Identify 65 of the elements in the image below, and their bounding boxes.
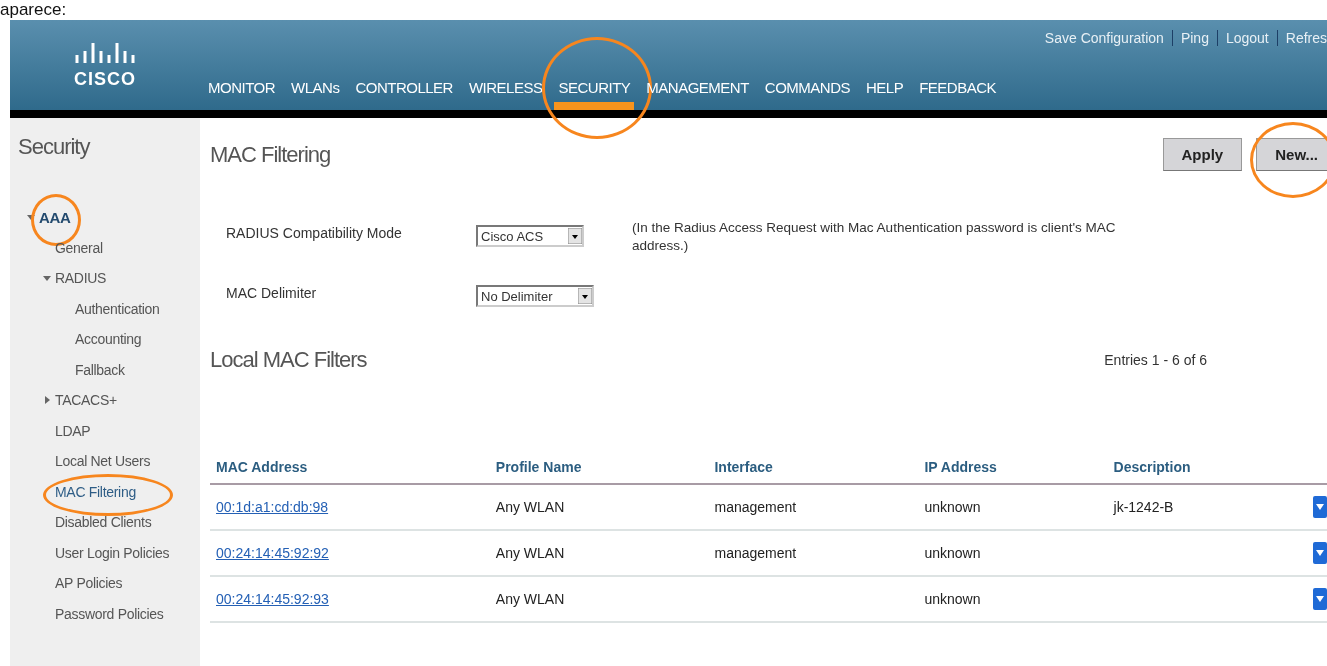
- table-cell: jk-1242-B: [1113, 499, 1174, 515]
- row-menu-button[interactable]: [1313, 588, 1327, 610]
- mac-link[interactable]: 00:24:14:45:92:93: [216, 591, 329, 607]
- collapsed-arrow-icon[interactable]: [42, 395, 52, 406]
- nav-tab[interactable]: FEEDBACK: [911, 75, 1005, 110]
- entries-count: Entries 1 - 6 of 6: [1104, 352, 1207, 368]
- sidebar-item[interactable]: Accounting: [75, 331, 142, 348]
- sidebar-item[interactable]: Disabled Clients: [55, 514, 152, 531]
- row-menu-button[interactable]: [1313, 542, 1327, 564]
- sidebar-item[interactable]: User Login Policies: [55, 544, 170, 561]
- section-title: Local MAC Filters: [210, 347, 367, 373]
- nav-tab[interactable]: HELP: [858, 75, 912, 110]
- sidebar-item[interactable]: RADIUS: [55, 270, 107, 287]
- table-cell: Any WLAN: [495, 499, 565, 515]
- table-cell: unknown: [924, 499, 981, 515]
- table-cell: management: [714, 499, 797, 515]
- table-cell: Any WLAN: [495, 545, 565, 561]
- column-header: IP Address: [918, 453, 1108, 484]
- row-menu-button[interactable]: [1313, 496, 1327, 518]
- dropdown[interactable]: Cisco ACS: [476, 225, 584, 247]
- table-cell: unknown: [924, 591, 981, 607]
- sidebar-title: Security: [18, 134, 91, 160]
- column-header: Profile Name: [489, 453, 709, 484]
- dropdown[interactable]: No Delimiter: [476, 285, 594, 307]
- caret-icon: [1316, 596, 1324, 602]
- nav-tab[interactable]: COMMANDS: [756, 75, 858, 110]
- table-cell: unknown: [924, 545, 981, 561]
- column-header: MAC Address: [210, 453, 490, 484]
- apply-button[interactable]: Apply: [1162, 138, 1243, 171]
- sidebar-item[interactable]: LDAP: [55, 422, 91, 439]
- sidebar-item[interactable]: General: [55, 239, 103, 256]
- sidebar-item[interactable]: Password Policies: [55, 605, 164, 622]
- nav-tab[interactable]: WLANs: [283, 75, 348, 110]
- setting-note: (In the Radius Access Request with Mac Authentication password is client's MAC address.): [632, 219, 1117, 255]
- dropdown-arrow-icon[interactable]: [568, 228, 582, 244]
- caret-icon: [1316, 504, 1324, 510]
- new-button[interactable]: New...: [1256, 138, 1327, 171]
- header-link[interactable]: Save Configuration: [1044, 30, 1164, 46]
- header-link[interactable]: Refres: [1285, 30, 1327, 46]
- nav-tab[interactable]: MONITOR: [200, 75, 284, 110]
- sidebar-item[interactable]: Fallback: [75, 361, 125, 378]
- column-header: Description: [1107, 453, 1307, 484]
- table-cell: management: [714, 545, 797, 561]
- logo-bars-icon: [75, 40, 135, 65]
- column-header: Interface: [708, 453, 919, 484]
- caret-icon: [1316, 550, 1324, 556]
- sidebar-item[interactable]: Local Net Users: [55, 453, 151, 470]
- setting-label: RADIUS Compatibility Mode: [226, 225, 403, 241]
- sidebar-item[interactable]: Authentication: [75, 300, 160, 317]
- mac-link[interactable]: 00:24:14:45:92:92: [216, 545, 329, 561]
- table-cell: Any WLAN: [495, 591, 565, 607]
- caption-text: aparece:: [0, 0, 67, 19]
- header-link[interactable]: Ping: [1180, 30, 1209, 46]
- header-link[interactable]: Logout: [1225, 30, 1269, 46]
- dropdown-arrow-icon[interactable]: [578, 288, 592, 304]
- mac-link[interactable]: 00:1d:a1:cd:db:98: [216, 499, 329, 515]
- sidebar-item[interactable]: AAA: [39, 208, 71, 226]
- nav-tab[interactable]: SECURITY: [550, 75, 639, 110]
- setting-label: MAC Delimiter: [226, 285, 318, 301]
- sidebar-item[interactable]: AP Policies: [55, 575, 123, 592]
- sidebar-item[interactable]: MAC Filtering: [55, 483, 136, 500]
- page-title: MAC Filtering: [210, 141, 331, 168]
- sidebar-item[interactable]: TACACS+: [55, 392, 117, 409]
- nav-tab[interactable]: CONTROLLER: [347, 75, 461, 110]
- logo-text: CISCO: [74, 68, 136, 90]
